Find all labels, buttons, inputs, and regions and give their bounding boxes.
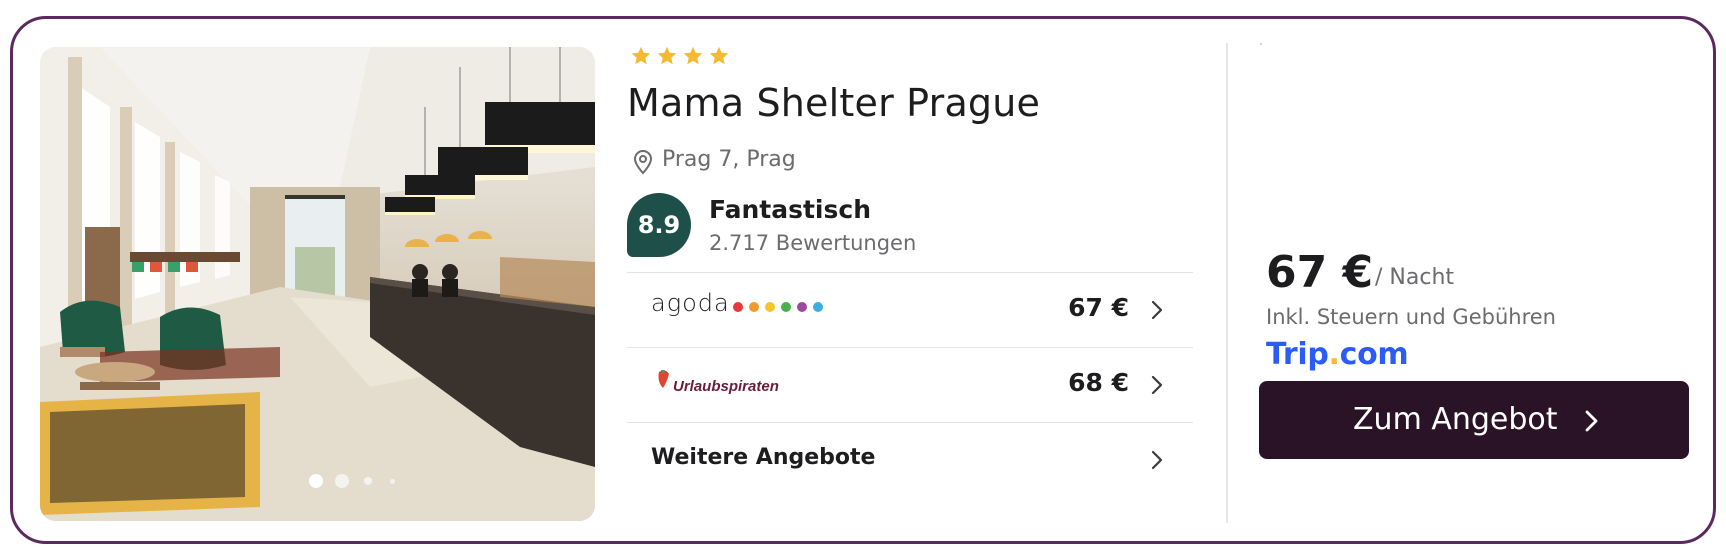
chevron-right-icon bbox=[1151, 375, 1163, 395]
carousel-dot-1[interactable] bbox=[309, 474, 323, 488]
provider-name: Trip bbox=[1266, 337, 1329, 372]
star-icon bbox=[631, 46, 651, 65]
carousel-dot-4[interactable] bbox=[390, 479, 395, 484]
offers-list: agoda 67 € Urlaubspiraten 68 € Weitere A… bbox=[627, 272, 1193, 497]
chevron-right-icon bbox=[1151, 450, 1163, 470]
cta-label: Zum Angebot bbox=[1353, 402, 1558, 437]
price-unit: / Nacht bbox=[1375, 265, 1455, 290]
urlaubspiraten-logo-text: Urlaubspiraten bbox=[673, 378, 779, 395]
hotel-name[interactable]: Mama Shelter Prague bbox=[627, 81, 1040, 125]
location-text: Prag 7, Prag bbox=[662, 147, 796, 172]
provider-dot: . bbox=[1328, 337, 1340, 372]
chevron-right-icon bbox=[1151, 300, 1163, 320]
pirate-flag-icon bbox=[658, 370, 669, 388]
offer-price: 67 € bbox=[1068, 293, 1129, 322]
review-count[interactable]: 2.717 Bewertungen bbox=[709, 231, 916, 255]
star-icon bbox=[683, 46, 703, 65]
agoda-logo-text: agoda bbox=[651, 289, 730, 317]
lobby-photo bbox=[40, 47, 595, 521]
more-offers-row[interactable]: Weitere Angebote bbox=[627, 422, 1193, 497]
carousel-dot-3[interactable] bbox=[364, 477, 372, 485]
tax-note: Inkl. Steuern und Gebühren bbox=[1266, 305, 1556, 329]
star-icon bbox=[709, 46, 729, 65]
more-offers-label: Weitere Angebote bbox=[651, 445, 876, 470]
rating-score-badge: 8.9 bbox=[627, 193, 691, 257]
location-pin-icon bbox=[633, 150, 653, 175]
zum-angebot-button[interactable]: Zum Angebot bbox=[1259, 381, 1689, 459]
best-offer-provider-logo: Trip.com bbox=[1266, 337, 1409, 372]
best-price: 67 € bbox=[1266, 247, 1374, 298]
carousel-dots bbox=[40, 471, 595, 491]
provider-tld: com bbox=[1339, 337, 1409, 372]
offer-price: 68 € bbox=[1068, 368, 1129, 397]
offer-row-urlaubspiraten[interactable]: Urlaubspiraten 68 € bbox=[627, 347, 1193, 422]
hotel-card: Mama Shelter Prague Prag 7, Prag 8.9 Fan… bbox=[10, 16, 1716, 544]
vertical-divider bbox=[1226, 43, 1228, 523]
decorative-mark bbox=[1260, 43, 1262, 45]
offer-row-agoda[interactable]: agoda 67 € bbox=[627, 272, 1193, 347]
chevron-right-icon bbox=[1585, 410, 1598, 432]
hotel-photo-carousel[interactable] bbox=[40, 47, 595, 521]
rating-label: Fantastisch bbox=[709, 195, 871, 224]
star-icon bbox=[657, 46, 677, 65]
carousel-dot-2[interactable] bbox=[335, 474, 349, 488]
